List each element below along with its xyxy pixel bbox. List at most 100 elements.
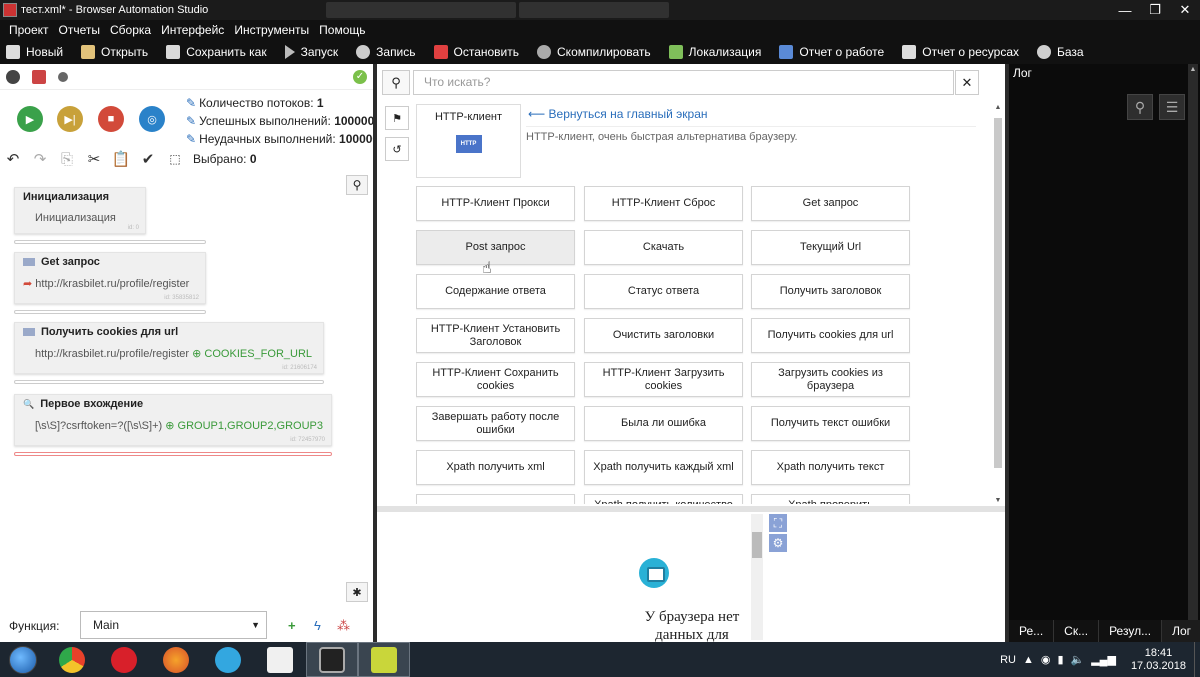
action-button[interactable]: HTTP-Клиент Установить Заголовок <box>416 318 575 353</box>
action-button[interactable] <box>416 494 575 504</box>
action-button[interactable]: HTTP-Клиент Сброс <box>584 186 743 221</box>
browser-scrollbar[interactable] <box>751 514 763 640</box>
select-check-icon[interactable]: ✔ <box>137 150 159 168</box>
new-button[interactable]: Новый <box>6 44 63 59</box>
show-desktop-button[interactable] <box>1194 642 1200 677</box>
action-button[interactable]: Очистить заголовки <box>584 318 743 353</box>
menu-icon[interactable]: ☰ <box>1159 94 1185 120</box>
scroll-thumb[interactable] <box>994 118 1002 468</box>
tab-resources[interactable]: Ре... <box>1009 620 1055 642</box>
cut-icon[interactable]: ✂ <box>83 150 105 168</box>
menu-project[interactable]: Проект <box>4 23 54 37</box>
stop-script-button[interactable]: ■ <box>98 106 124 132</box>
action-button[interactable]: Завершать работу после ошибки <box>416 406 575 441</box>
bug-icon[interactable] <box>6 69 20 84</box>
document-icon[interactable] <box>32 69 46 84</box>
scroll-up-icon[interactable]: ▲ <box>993 104 1003 111</box>
action-button[interactable]: HTTP-Клиент Загрузить cookies <box>584 362 743 397</box>
script-block[interactable]: Инициализация Инициализация id: 0 <box>14 187 146 234</box>
step-button[interactable]: ▶| <box>57 106 83 132</box>
menu-interface[interactable]: Интерфейс <box>156 23 229 37</box>
action-button[interactable]: HTTP-Клиент Сохранить cookies <box>416 362 575 397</box>
run-button[interactable]: Запуск <box>284 44 338 59</box>
tab-log[interactable]: Лог <box>1162 620 1200 642</box>
restart-button[interactable]: ◎ <box>139 106 165 132</box>
script-block[interactable]: 🔍 Первое вхождение [\s\S]?csrftoken=?([\s… <box>14 394 332 446</box>
taskbar-app-bas[interactable] <box>306 642 358 677</box>
localization-button[interactable]: Локализация <box>668 44 761 59</box>
function-select[interactable]: Main ▼ <box>80 611 267 639</box>
action-button[interactable]: Get запрос <box>751 186 910 221</box>
fullscreen-icon[interactable]: ⛶ <box>769 514 787 532</box>
record-button[interactable]: Запись <box>356 44 416 59</box>
tab-scripts[interactable]: Ск... <box>1054 620 1100 642</box>
action-button[interactable]: Xpath проверить <box>751 494 910 504</box>
start-button[interactable] <box>0 642 46 677</box>
open-button[interactable]: Открыть <box>81 44 148 59</box>
action-button[interactable]: Post запрос <box>416 230 575 265</box>
action-button[interactable]: Xpath получить xml <box>416 450 575 485</box>
paste-icon[interactable]: 📋 <box>110 150 132 168</box>
action-button[interactable]: Получить заголовок <box>751 274 910 309</box>
database-button[interactable]: База <box>1037 44 1084 59</box>
close-button[interactable]: ✕ <box>1170 0 1200 20</box>
menu-reports[interactable]: Отчеты <box>54 23 105 37</box>
action-scrollbar[interactable]: ▲ ▼ <box>993 104 1003 504</box>
tab-results[interactable]: Резул... <box>1099 620 1163 642</box>
module-card[interactable]: HTTP-клиент HTTP <box>416 104 521 178</box>
record-tray-icon[interactable]: ◉ <box>1041 653 1051 666</box>
action-button[interactable]: Загрузить cookies из браузера <box>751 362 910 397</box>
taskbar-app-telegram[interactable] <box>202 642 254 677</box>
action-button[interactable]: Содержание ответа <box>416 274 575 309</box>
clock[interactable]: 18:41 17.03.2018 <box>1131 647 1186 673</box>
action-button[interactable]: Была ли ошибка <box>584 406 743 441</box>
compile-button[interactable]: Скомпилировать <box>537 44 651 59</box>
undo-icon[interactable]: ↶ <box>2 150 24 168</box>
language-indicator[interactable]: RU <box>1000 654 1016 666</box>
redo-icon[interactable]: ↷ <box>29 150 51 168</box>
scroll-up-icon[interactable]: ▲ <box>1188 66 1198 73</box>
stop-button[interactable]: Остановить <box>433 44 519 59</box>
action-button[interactable]: HTTP-Клиент Прокси <box>416 186 575 221</box>
back-to-main-link[interactable]: ⟵ Вернуться на главный экран <box>528 107 708 121</box>
taskbar-app-firefox[interactable] <box>150 642 202 677</box>
scroll-down-icon[interactable]: ▼ <box>993 497 1003 504</box>
taskbar-app-presentation[interactable] <box>254 642 306 677</box>
speaker-icon[interactable]: 🔈 <box>1071 653 1085 666</box>
search-icon[interactable]: ⚲ <box>346 175 368 195</box>
lightning-icon[interactable]: ϟ <box>314 618 321 633</box>
clear-search-button[interactable]: ✕ <box>955 70 979 95</box>
script-block[interactable]: Get запрос ➦ http://krasbilet.ru/profile… <box>14 252 206 304</box>
action-button[interactable]: Текущий Url <box>751 230 910 265</box>
action-button[interactable]: Скачать <box>584 230 743 265</box>
script-block[interactable]: Получить cookies для url http://krasbile… <box>14 322 324 374</box>
search-input[interactable]: Что искать? <box>413 70 954 95</box>
taskbar-app-opera[interactable] <box>98 642 150 677</box>
pencil-icon[interactable]: ✎ <box>186 114 196 128</box>
search-icon[interactable]: ⚲ <box>382 70 410 95</box>
log-scrollbar[interactable]: ▲ <box>1188 64 1198 642</box>
copy-icon[interactable]: ⎘ <box>56 150 78 168</box>
action-button[interactable]: Получить cookies для url <box>751 318 910 353</box>
action-button[interactable]: Xpath получить каждый xml <box>584 450 743 485</box>
menu-build[interactable]: Сборка <box>105 23 156 37</box>
select-area-icon[interactable]: ⬚ <box>164 150 186 168</box>
taskbar-app-chrome[interactable] <box>46 642 98 677</box>
save-as-button[interactable]: Сохранить как <box>166 44 267 59</box>
history-button[interactable]: ↺ <box>385 137 409 161</box>
debug-icon[interactable]: ✱ <box>346 582 368 602</box>
settings-icon[interactable]: ⚙ <box>769 534 787 552</box>
action-button[interactable]: Получить текст ошибки <box>751 406 910 441</box>
share-icon[interactable]: ⁂ <box>337 618 350 634</box>
work-report-button[interactable]: Отчет о работе <box>779 44 884 59</box>
menu-tools[interactable]: Инструменты <box>229 23 314 37</box>
record-dot-icon[interactable] <box>58 71 68 82</box>
play-button[interactable]: ▶ <box>17 106 43 132</box>
network-icon[interactable]: ▂▄▆ <box>1091 653 1116 666</box>
resources-report-button[interactable]: Отчет о ресурсах <box>902 44 1019 59</box>
battery-icon[interactable]: ▮ <box>1057 653 1063 666</box>
menu-help[interactable]: Помощь <box>314 23 370 37</box>
scroll-thumb[interactable] <box>752 532 762 558</box>
pencil-icon[interactable]: ✎ <box>186 96 196 110</box>
search-icon[interactable]: ⚲ <box>1127 94 1153 120</box>
